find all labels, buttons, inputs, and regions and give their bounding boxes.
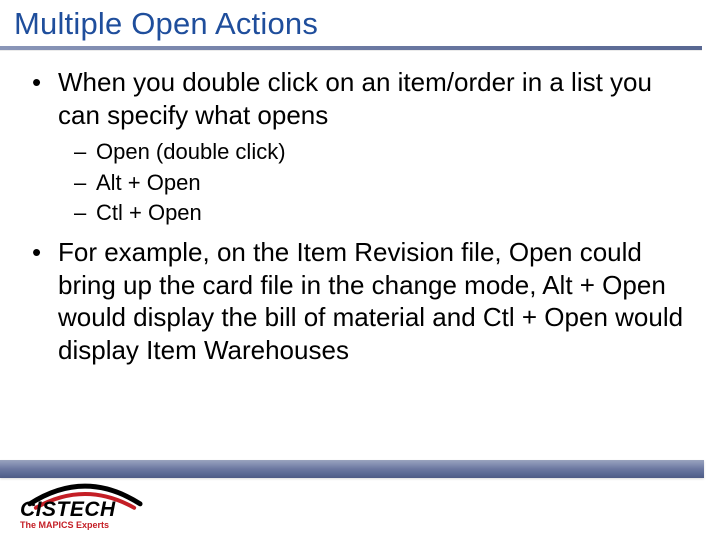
sub-bullet-item: Open (double click) — [74, 137, 694, 167]
bullet-text: For example, on the Item Revision file, … — [58, 237, 683, 365]
sub-bullet-item: Alt + Open — [74, 168, 694, 198]
title-underline — [0, 46, 702, 50]
bullet-item: When you double click on an item/order i… — [32, 66, 694, 228]
sub-bullet-text: Alt + Open — [96, 170, 201, 195]
slide-body: When you double click on an item/order i… — [0, 66, 720, 366]
logo-name-text: CISTECH — [20, 498, 116, 522]
sub-bullet-list: Open (double click) Alt + Open Ctl + Ope… — [74, 137, 694, 228]
footer-logo: CISTECH The MAPICS Experts — [20, 482, 170, 528]
sub-bullet-text: Open (double click) — [96, 139, 286, 164]
logo-tagline-text: The MAPICS Experts — [20, 520, 109, 530]
slide-title: Multiple Open Actions — [0, 0, 720, 44]
footer-divider-bar — [0, 460, 704, 478]
sub-bullet-text: Ctl + Open — [96, 200, 202, 225]
sub-bullet-item: Ctl + Open — [74, 198, 694, 228]
bullet-list: When you double click on an item/order i… — [32, 66, 694, 366]
bullet-item: For example, on the Item Revision file, … — [32, 236, 694, 366]
slide: Multiple Open Actions When you double cl… — [0, 0, 720, 540]
bullet-text: When you double click on an item/order i… — [58, 67, 652, 130]
